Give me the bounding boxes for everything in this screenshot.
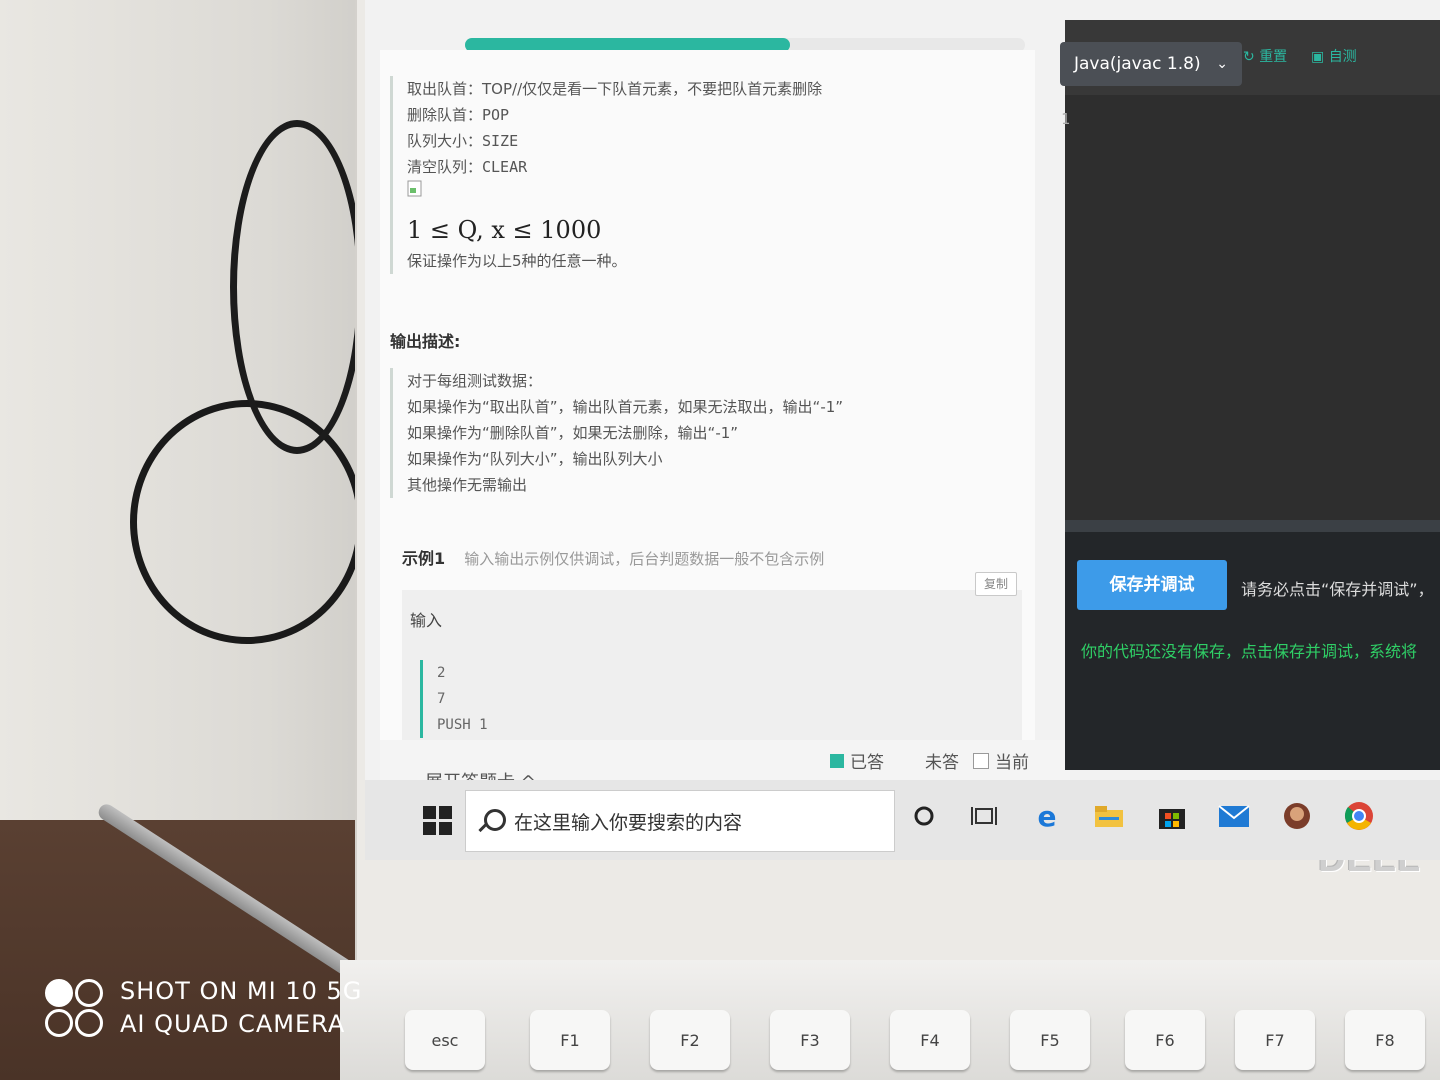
example-input-code: 2 7 PUSH 1 [420,660,488,738]
op-size: 队列大小：SIZE [407,132,519,150]
language-label: Java(javac 1.8) [1074,54,1201,74]
output-description-block: 对于每组测试数据： 如果操作为“取出队首”，输出队首元素，如果无法取出，输出“-… [390,368,843,498]
problem-description-panel: 取出队首：TOP//仅仅是看一下队首元素，不要把队首元素删除 删除队首：POP … [380,50,1035,750]
output-line: 其他操作无需输出 [407,476,528,494]
example-input-line: 7 [437,691,446,707]
current-label: 当前 [995,753,1029,773]
answered-label: 已答 [850,753,884,773]
constraint-formula: 1 ≤ Q, x ≤ 1000 [407,216,602,244]
copy-button[interactable]: 复制 [975,572,1017,596]
op-clear: 清空队列：CLEAR [407,158,528,176]
self-test-button[interactable]: ▣ 自测 [1311,46,1357,66]
input-description-block: 取出队首：TOP//仅仅是看一下队首元素，不要把队首元素删除 删除队首：POP … [390,76,822,274]
key-f5[interactable]: F5 [1010,1010,1090,1070]
taskbar-search-box[interactable]: 在这里输入你要搜索的内容 [465,790,895,852]
laptop-screen: 取出队首：TOP//仅仅是看一下队首元素，不要把队首元素删除 删除队首：POP … [365,0,1440,860]
legend-unanswered: 未答 [925,748,959,773]
legend-current: 当前 [973,748,1029,773]
reset-label: 重置 [1259,49,1288,65]
self-test-label: 自测 [1328,49,1357,65]
answered-swatch [830,753,844,768]
code-editor-panel: Java(javac 1.8) ⌄ ↻ 重置 ▣ 自测 1 保存并调试 请务必点… [1060,20,1440,770]
save-hint: 请务必点击“保存并调试”， [1241,580,1434,599]
save-and-debug-button[interactable]: 保存并调试 [1077,560,1227,610]
legend-answered: 已答 [830,748,884,773]
example-input-box [402,590,1022,750]
cable [130,400,364,644]
current-swatch [973,752,989,769]
example-input-line: 2 [437,665,446,681]
file-explorer-icon[interactable] [1085,792,1133,840]
line-number: 1 [1061,110,1071,128]
op-top: 取出队首：TOP//仅仅是看一下队首元素，不要把队首元素删除 [407,80,823,98]
mail-icon[interactable] [1210,792,1258,840]
reset-button[interactable]: ↻ 重置 [1243,46,1287,66]
key-f7[interactable]: F7 [1235,1010,1315,1070]
example-input-label: 输入 [410,611,443,630]
output-heading: 输出描述: [390,332,461,351]
windows-start-icon[interactable] [423,806,453,836]
camera-logo-icon [45,979,105,1039]
key-f1[interactable]: F1 [530,1010,610,1070]
example-title: 示例1 [402,549,446,568]
output-line: 如果操作为“队列大小”，输出队列大小 [407,450,663,468]
broken-image-icon [407,180,822,210]
camera-watermark: SHOT ON MI 10 5G AI QUAD CAMERA [45,975,362,1041]
key-esc[interactable]: esc [405,1010,485,1070]
key-f2[interactable]: F2 [650,1010,730,1070]
key-f3[interactable]: F3 [770,1010,850,1070]
app-avatar-icon[interactable] [1273,792,1321,840]
key-f4[interactable]: F4 [890,1010,970,1070]
store-icon[interactable] [1148,792,1196,840]
search-placeholder: 在这里输入你要搜索的内容 [514,812,743,834]
key-f6[interactable]: F6 [1125,1010,1205,1070]
editor-divider[interactable] [1065,520,1440,532]
search-icon [484,809,506,831]
example-input-line: PUSH 1 [437,717,488,733]
windows-taskbar: 在这里输入你要搜索的内容 e [365,780,1440,860]
unsaved-message: 你的代码还没有保存，点击保存并调试，系统将 [1081,642,1418,661]
unanswered-label: 未答 [925,753,959,773]
cortana-icon[interactable] [900,792,948,840]
example-heading: 示例1 输入输出示例仅供调试，后台判题数据一般不包含示例 [402,545,824,569]
output-line: 如果操作为“取出队首”，输出队首元素，如果无法取出，输出“-1” [407,398,844,416]
constraint-note: 保证操作为以上5种的任意一种。 [407,252,627,270]
output-line: 对于每组测试数据： [407,372,543,390]
task-view-icon[interactable] [960,792,1008,840]
refresh-icon: ↻ [1243,49,1255,65]
cable [230,120,364,454]
edge-browser-icon[interactable]: e [1023,792,1071,840]
op-pop: 删除队首：POP [407,106,510,124]
example-note: 输入输出示例仅供调试，后台判题数据一般不包含示例 [464,550,825,568]
output-line: 如果操作为“删除队首”，如果无法删除，输出“-1” [407,424,739,442]
chrome-icon[interactable] [1335,792,1383,840]
chevron-down-icon: ⌄ [1216,56,1228,72]
key-f8[interactable]: F8 [1345,1010,1425,1070]
language-select[interactable]: Java(javac 1.8) ⌄ [1060,42,1242,86]
monitor-icon: ▣ [1311,49,1325,65]
